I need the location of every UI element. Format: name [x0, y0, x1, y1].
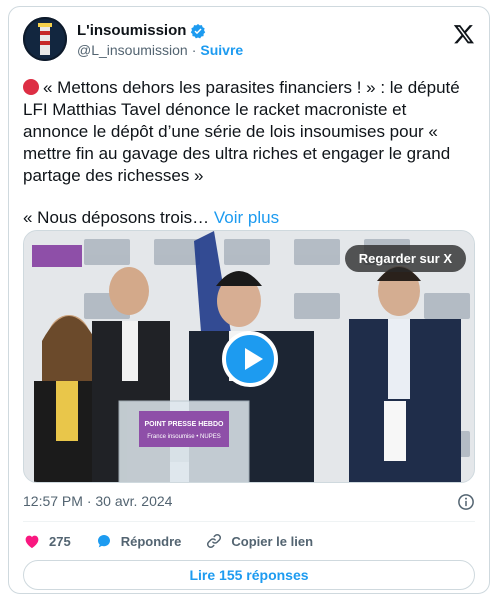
link-icon [207, 533, 222, 549]
handle-row: @L_insoumission · Suivre [77, 42, 243, 58]
separator-dot: · [191, 42, 197, 58]
action-bar: 275 Répondre Copier le lien [23, 527, 475, 555]
read-replies-button[interactable]: Lire 155 réponses [23, 560, 475, 590]
reply-label: Répondre [120, 533, 182, 549]
tweet-continuation: « Nous déposons trois… [23, 208, 210, 227]
divider [23, 521, 475, 522]
video-player[interactable]: POINT PRESSE HEBDO France insoumise • NU… [23, 230, 475, 483]
lectern-title: POINT PRESSE HEBDO [145, 421, 225, 428]
reply-icon [97, 535, 110, 548]
timestamp-row: 12:57 PM · 30 avr. 2024 [23, 493, 475, 513]
timestamp[interactable]: 12:57 PM · 30 avr. 2024 [23, 493, 172, 509]
like-count: 275 [49, 533, 71, 549]
avatar[interactable] [23, 17, 67, 61]
play-icon[interactable] [222, 331, 278, 387]
lectern-subtitle: France insoumise • NUPES [147, 434, 220, 440]
tweet-body: « Mettons dehors les parasites financier… [23, 77, 475, 187]
tweet-continuation-row: « Nous déposons trois… Voir plus [23, 207, 279, 229]
heart-icon [25, 535, 39, 549]
copy-link-label: Copier le lien [231, 533, 314, 549]
account-handle[interactable]: @L_insoumission [77, 42, 188, 58]
copy-link-button[interactable]: Copier le lien [205, 532, 313, 550]
like-button[interactable]: 275 [23, 532, 71, 550]
info-icon[interactable] [457, 493, 475, 511]
verified-badge-icon [191, 23, 206, 38]
watch-on-x-button[interactable]: Regarder sur X [344, 245, 466, 272]
see-more-link[interactable]: Voir plus [214, 208, 279, 227]
tweet-card: L'insoumission @L_insoumission · Suivre … [8, 6, 490, 594]
tweet-header: L'insoumission @L_insoumission · Suivre [23, 17, 475, 63]
red-circle-icon [23, 79, 39, 95]
account-name[interactable]: L'insoumission [77, 22, 186, 39]
tweet-text: « Mettons dehors les parasites financier… [23, 78, 460, 185]
x-logo-icon[interactable] [453, 23, 475, 45]
account-name-row: L'insoumission [77, 22, 206, 39]
reply-button[interactable]: Répondre [95, 532, 182, 550]
follow-button[interactable]: Suivre [200, 42, 243, 58]
